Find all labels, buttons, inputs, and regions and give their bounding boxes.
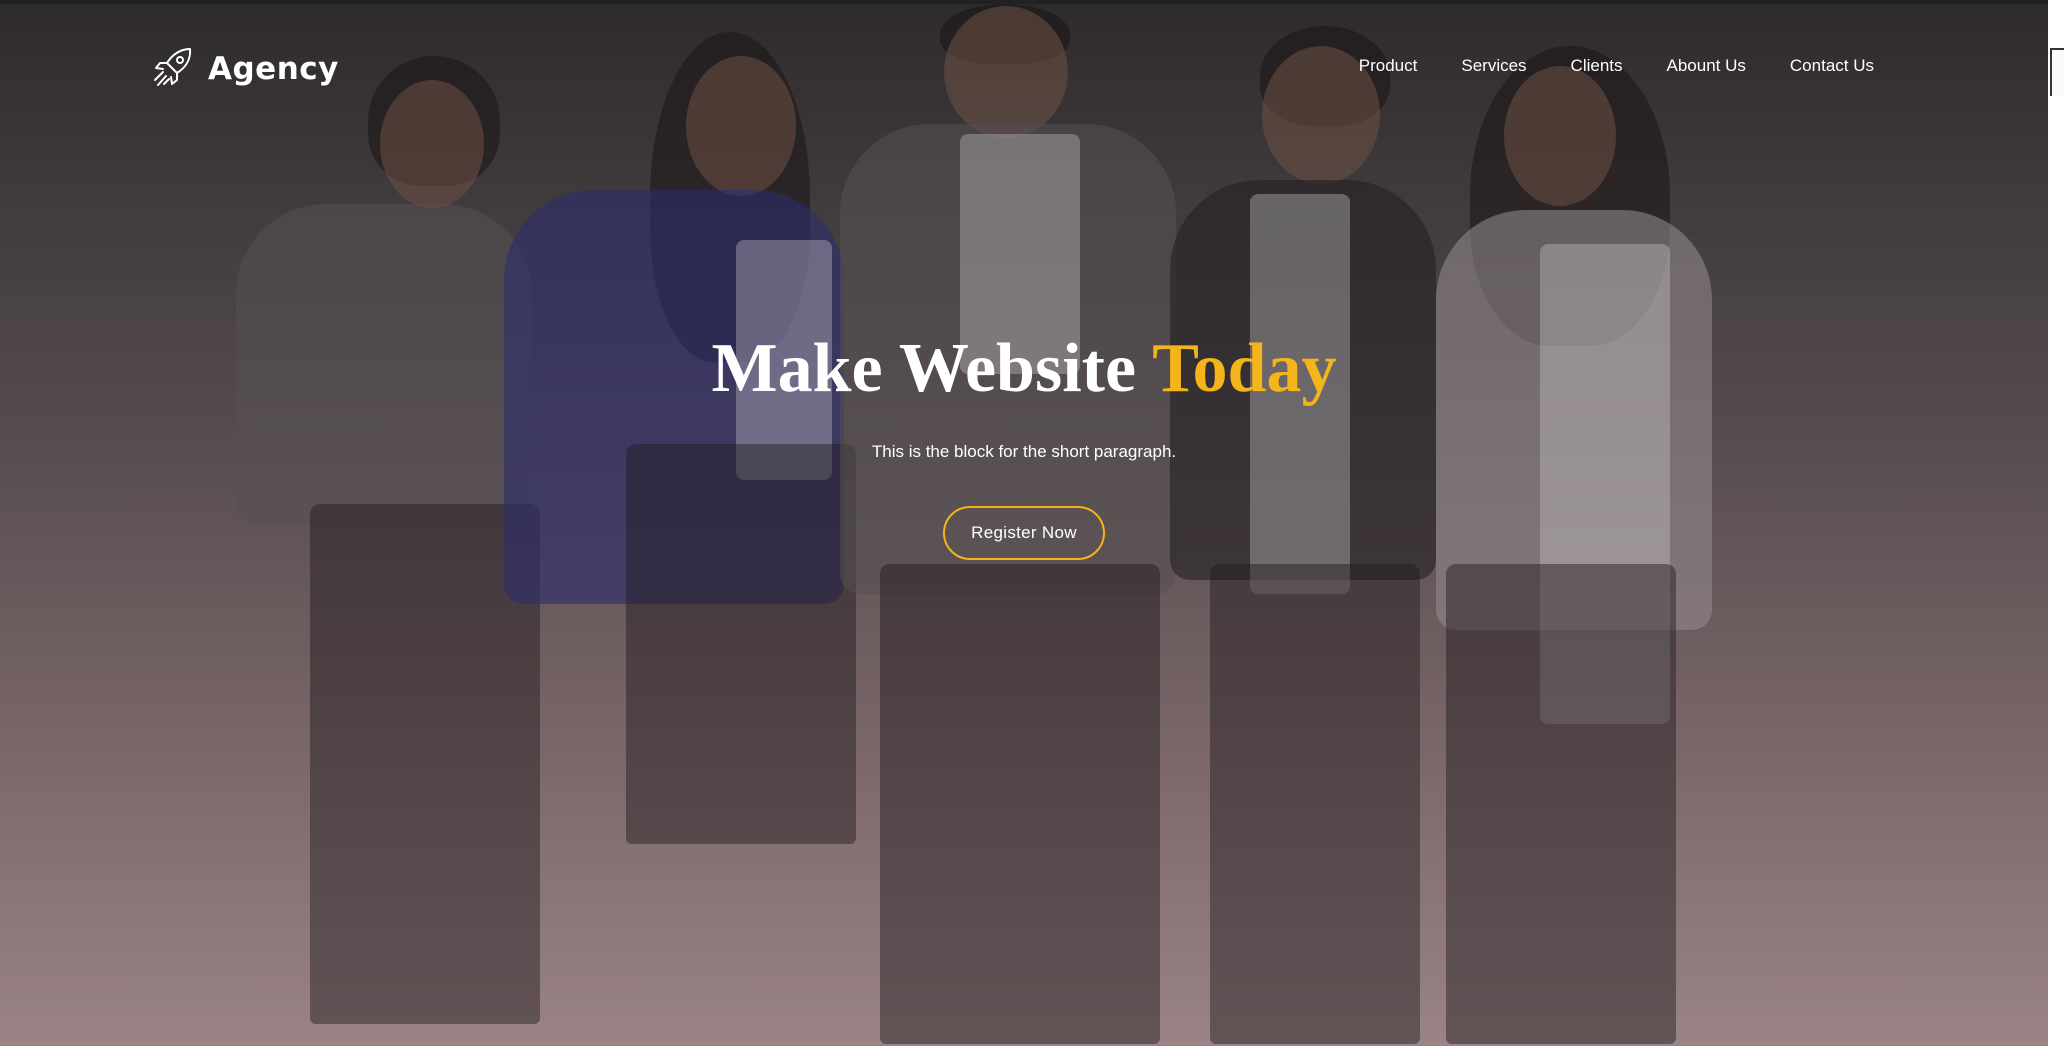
brand-logo[interactable]: Agency: [150, 44, 339, 94]
headline-accent: Today: [1152, 330, 1337, 407]
scrollbar-thumb[interactable]: [2050, 48, 2064, 96]
navbar: Agency Product Services Clients Abount U…: [0, 8, 2048, 128]
register-now-button[interactable]: Register Now: [943, 506, 1105, 560]
nav-item-clients[interactable]: Clients: [1571, 56, 1623, 76]
scrollbar[interactable]: [2048, 0, 2064, 1056]
nav-item-contact[interactable]: Contact Us: [1790, 56, 1874, 76]
main-nav: Product Services Clients Abount Us Conta…: [1315, 56, 1874, 76]
page-bottom-edge: [0, 1046, 2048, 1056]
hero-section: Agency Product Services Clients Abount U…: [0, 4, 2048, 1046]
hero-content: Make Website Today This is the block for…: [0, 324, 2048, 560]
hero-headline: Make Website Today: [0, 324, 2048, 414]
brand-name: Agency: [208, 51, 339, 87]
nav-item-about[interactable]: Abount Us: [1667, 56, 1746, 76]
headline-main: Make Website: [711, 330, 1137, 407]
rocket-icon: [150, 44, 208, 95]
hero-subtitle: This is the block for the short paragrap…: [871, 442, 1177, 461]
nav-item-product[interactable]: Product: [1359, 56, 1418, 76]
nav-item-services[interactable]: Services: [1461, 56, 1526, 76]
